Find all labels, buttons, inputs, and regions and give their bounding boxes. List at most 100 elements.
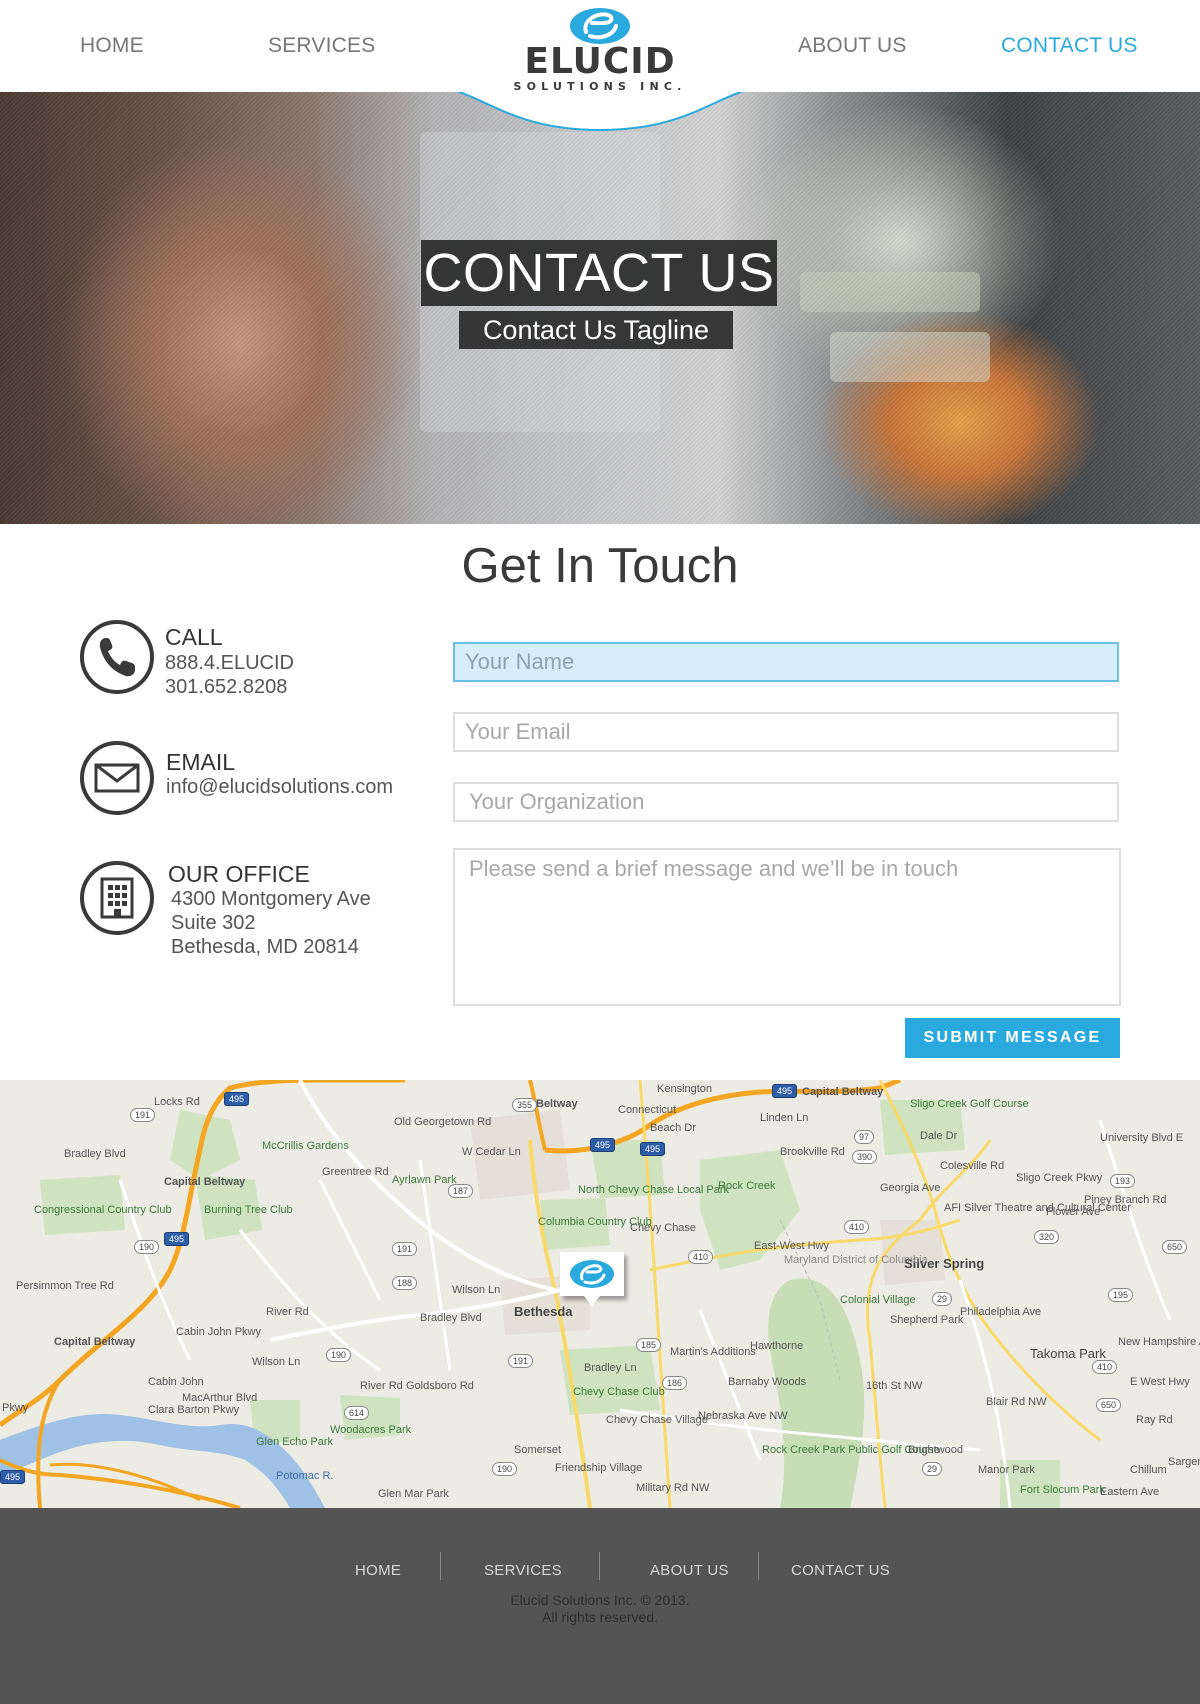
map-label: Rock Creek (718, 1180, 776, 1192)
site-footer: HOME SERVICES ABOUT US CONTACT US Elucid… (0, 1508, 1200, 1704)
route-shield: 188 (392, 1276, 418, 1290)
map-label: Chillum (1130, 1464, 1167, 1476)
submit-button[interactable]: SUBMIT MESSAGE (905, 1018, 1120, 1058)
nav-about[interactable]: ABOUT US (798, 34, 907, 58)
name-field[interactable] (453, 642, 1119, 682)
footer-divider (758, 1552, 759, 1580)
map-label: Beltway (536, 1098, 578, 1110)
office-address-line2: Suite 302 (171, 912, 256, 934)
phone-icon (80, 620, 154, 694)
map-label: Greentree Rd (322, 1166, 389, 1178)
route-shield: 191 (392, 1242, 418, 1256)
map-label: Takoma Park (1030, 1346, 1106, 1361)
map-label: Brookville Rd (780, 1146, 845, 1158)
footer-nav-contact[interactable]: CONTACT US (791, 1562, 890, 1579)
map-label: Chevy Chase Club (573, 1386, 665, 1398)
map-label: Glen Echo Park (256, 1436, 334, 1448)
map-label: Fort Slocum Park (1020, 1484, 1105, 1496)
call-number-1[interactable]: 888.4.ELUCID (165, 651, 294, 675)
route-shield: 650 (1162, 1240, 1188, 1254)
map-label: Wilson Ln (452, 1284, 501, 1296)
call-number-2[interactable]: 301.652.8208 (165, 675, 287, 699)
map-label: Chevy Chase Village (606, 1414, 708, 1426)
map-label: Nebraska Ave NW (698, 1410, 788, 1422)
map-label: Potomac R. (276, 1470, 334, 1482)
hero-title-box: CONTACT US (421, 240, 777, 306)
map-label: Goldsboro Rd (406, 1380, 474, 1392)
nav-home[interactable]: HOME (80, 34, 144, 58)
route-shield: 390 (852, 1150, 878, 1164)
route-shield: 191 (130, 1108, 156, 1122)
map-label: University Blvd E (1100, 1132, 1184, 1144)
map-label: Pkwy (2, 1402, 29, 1414)
hero-title: CONTACT US (423, 243, 775, 303)
message-field[interactable] (453, 848, 1121, 1006)
map-label: Manor Park (978, 1464, 1035, 1476)
organization-field[interactable] (453, 782, 1119, 822)
map-label: Maryland District of Columbia (784, 1254, 928, 1266)
route-shield: 495 (640, 1142, 666, 1156)
route-shield: 410 (688, 1250, 714, 1264)
hero-banner: CONTACT US Contact Us Tagline (0, 92, 1200, 524)
nav-services[interactable]: SERVICES (268, 34, 375, 58)
map-label: Beach Dr (650, 1122, 696, 1134)
route-shield: 190 (492, 1462, 518, 1476)
map-label: River Rd (360, 1380, 403, 1392)
map-label: Blair Rd NW (986, 1396, 1047, 1408)
map-label: Shepherd Park (890, 1314, 964, 1326)
nav-contact[interactable]: CONTACT US (1001, 34, 1138, 58)
location-map[interactable]: Kensington Capital Beltway Sligo Creek G… (0, 1080, 1200, 1508)
map-label: Flower Ave (1046, 1206, 1101, 1218)
map-label: Colesville Rd (940, 1160, 1005, 1172)
hero-tagline-box: Contact Us Tagline (459, 311, 733, 349)
footer-nav-services[interactable]: SERVICES (484, 1562, 562, 1579)
map-label: Woodacres Park (330, 1424, 412, 1436)
map-label: Eastern Ave (1100, 1486, 1160, 1498)
route-shield: 614 (344, 1406, 370, 1420)
hero-bokeh (830, 332, 990, 382)
map-label: Sargent Rd (1168, 1456, 1200, 1468)
map-label: Bradley Ln (584, 1362, 637, 1374)
map-label: Bradley Blvd (420, 1312, 482, 1324)
map-label: Ayrlawn Park (392, 1174, 457, 1186)
route-shield: 187 (448, 1184, 474, 1198)
map-label: MacArthur Blvd (182, 1392, 258, 1404)
map-label: Sligo Creek Pkwy (1016, 1172, 1103, 1184)
elucid-map-pin-icon[interactable] (560, 1252, 624, 1306)
footer-nav-home[interactable]: HOME (355, 1562, 401, 1579)
map-label: Kensington (657, 1083, 713, 1095)
map-label: Locks Rd (154, 1096, 200, 1108)
email-field[interactable] (453, 712, 1119, 752)
map-label: Wilson Ln (252, 1356, 301, 1368)
map-label: Somerset (514, 1444, 562, 1456)
rights-text: All rights reserved. (542, 1609, 658, 1625)
route-shield: 185 (636, 1338, 662, 1352)
route-shield: 495 (590, 1138, 616, 1152)
map-label: Friendship Village (555, 1462, 643, 1474)
logo[interactable]: ELUCID SOLUTIONS INC. (508, 6, 692, 102)
map-label: Old Georgetown Rd (394, 1116, 492, 1128)
office-heading: OUR OFFICE (168, 861, 310, 887)
envelope-icon (80, 741, 154, 815)
logo-subtitle: SOLUTIONS INC. (513, 80, 687, 93)
route-shield: 410 (1092, 1360, 1118, 1374)
footer-nav-about[interactable]: ABOUT US (650, 1562, 729, 1579)
map-label: W Cedar Ln (462, 1146, 521, 1158)
map-label: Capital Beltway (54, 1336, 136, 1348)
map-label: Georgia Ave (880, 1182, 941, 1194)
map-label: Barnaby Woods (728, 1376, 807, 1388)
section-title: Get In Touch (461, 539, 739, 593)
map-label: Ray Rd (1136, 1414, 1173, 1426)
map-label: Martin's Additions (670, 1346, 756, 1358)
map-label: Colonial Village (840, 1294, 916, 1306)
email-address[interactable]: info@elucidsolutions.com (166, 775, 393, 799)
map-label: Clara Barton Pkwy (148, 1404, 240, 1416)
map-label: Chevy Chase (630, 1222, 697, 1234)
map-label: Linden Ln (760, 1112, 809, 1124)
route-shield: 190 (326, 1348, 352, 1362)
elucid-e-mark-icon (570, 8, 630, 44)
hero-bokeh (800, 272, 980, 312)
map-label: Connecticut (618, 1104, 677, 1116)
route-shield: 410 (844, 1220, 870, 1234)
map-label: Philadelphia Ave (960, 1306, 1042, 1318)
